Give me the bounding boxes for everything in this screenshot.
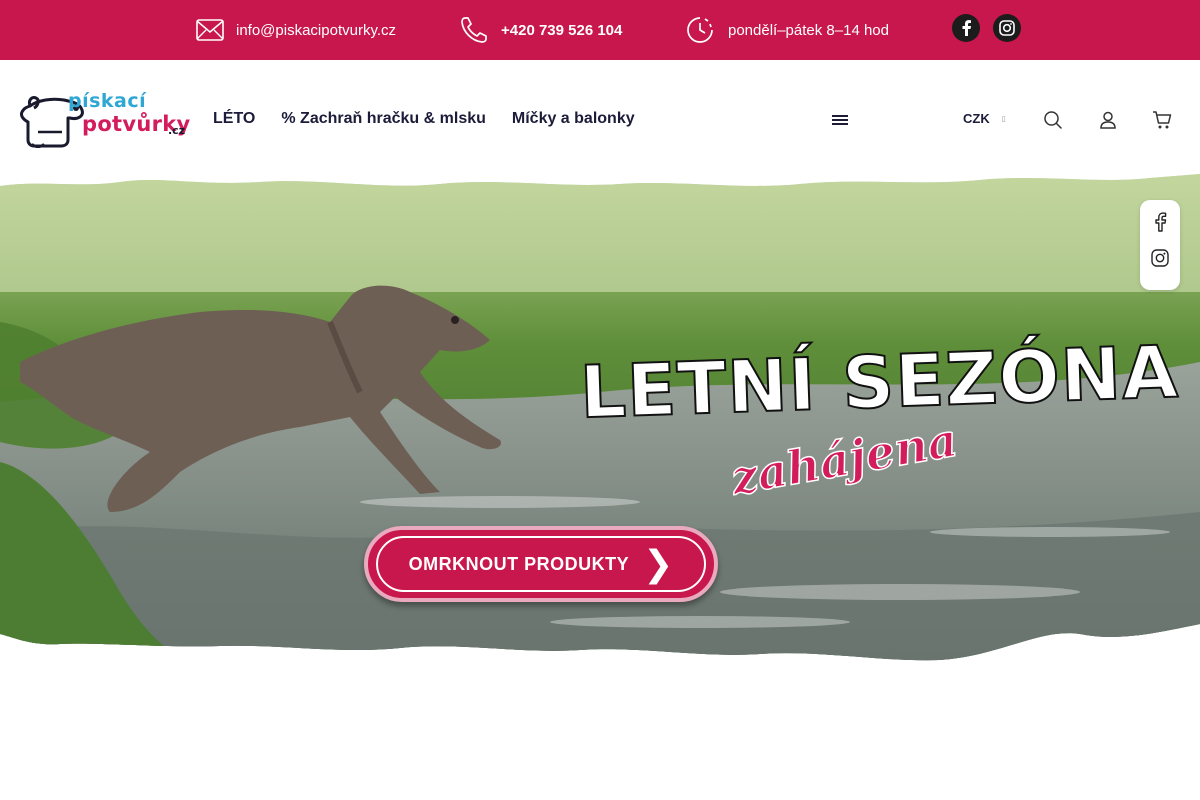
hero-cta-button[interactable]: OMRKNOUT PRODUKTY ❯: [364, 526, 718, 602]
floating-social-bar: [1140, 200, 1180, 290]
chevron-right-icon: ❯: [643, 543, 674, 584]
contact-hours-text: pondělí–pátek 8–14 hod: [728, 21, 889, 39]
cart-icon[interactable]: [1152, 110, 1172, 130]
currency-label: CZK: [963, 111, 990, 126]
contact-email-text: info@piskacipotvurky.cz: [236, 21, 397, 39]
nav-item-leto[interactable]: LÉTO: [213, 110, 255, 128]
chevron-down-icon: ▯: [1001, 115, 1006, 123]
contact-email[interactable]: info@piskacipotvurky.cz: [196, 0, 396, 60]
facebook-outline-icon[interactable]: [1152, 212, 1168, 237]
nav-item-zachran[interactable]: % Zachraň hračku & mlsku: [281, 110, 486, 128]
phone-icon: [461, 17, 487, 43]
logo-text-line1: pískací: [68, 90, 147, 112]
contact-phone[interactable]: +420 739 526 104: [459, 0, 622, 60]
logo-domain-suffix: .cz: [168, 124, 186, 137]
site-logo[interactable]: pískací potvůrky .cz: [18, 90, 190, 148]
contact-phone-text: +420 739 526 104: [501, 21, 623, 39]
user-icon[interactable]: [1098, 110, 1118, 130]
site-header: pískací potvůrky .cz LÉTO % Zachraň hrač…: [0, 60, 1200, 172]
menu-icon[interactable]: [832, 115, 848, 125]
clock-icon: [687, 17, 713, 43]
instagram-outline-icon[interactable]: [1151, 249, 1169, 272]
main-navigation: LÉTO % Zachraň hračku & mlsku Míčky a ba…: [213, 110, 635, 128]
contact-hours: pondělí–pátek 8–14 hod: [684, 0, 889, 60]
envelope-icon: [196, 19, 224, 41]
hero-banner[interactable]: LETNÍ SEZÓNA zahájena OMRKNOUT PRODUKTY …: [0, 172, 1200, 662]
nav-item-micky[interactable]: Míčky a balonky: [512, 110, 635, 128]
instagram-icon[interactable]: [993, 14, 1021, 42]
facebook-icon[interactable]: [952, 14, 980, 42]
currency-selector[interactable]: CZK ▯: [963, 111, 1006, 126]
top-contact-bar: info@piskacipotvurky.cz +420 739 526 104…: [0, 0, 1200, 60]
search-icon[interactable]: [1043, 110, 1063, 130]
hero-cta-label: OMRKNOUT PRODUKTY: [408, 553, 630, 574]
